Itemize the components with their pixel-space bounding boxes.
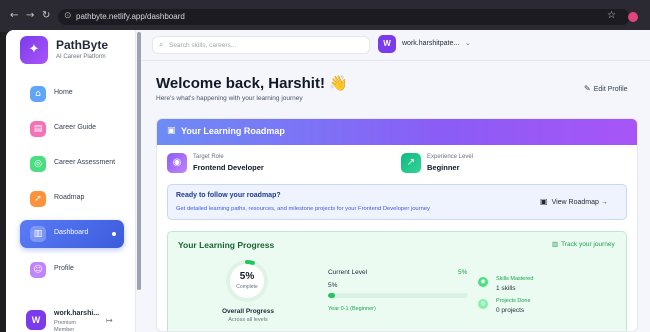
cta-title: Ready to follow your roadmap? [176, 192, 281, 199]
user-name: work.harshi... [54, 310, 100, 317]
edit-icon: ✎ [584, 84, 591, 93]
projects-icon: ◎ [478, 299, 488, 309]
sidebar-item-label: Career Assessment [54, 159, 116, 166]
site-info-icon[interactable]: ⊙ [64, 11, 72, 21]
sidebar-item-roadmap[interactable]: ➚ Roadmap [20, 185, 124, 213]
edit-profile-label: Edit Profile [593, 86, 628, 93]
user-card[interactable]: W work.harshi... Premium Member ↦ [20, 308, 130, 332]
brand-name: PathByte [56, 38, 109, 52]
chevron-down-icon: ⌄ [465, 39, 471, 47]
projects-label: Projects Done [496, 298, 531, 304]
sidebar-item-career-guide[interactable]: ▤ Career Guide [20, 115, 124, 143]
skills-value: 1 skills [496, 285, 516, 292]
sidebar-item-profile[interactable]: ☺ Profile [20, 256, 124, 284]
target-role-value: Frontend Developer [193, 163, 264, 172]
header-username: work.harshitpate... [402, 40, 460, 47]
user-menu[interactable]: W work.harshitpate... ⌄ [378, 35, 474, 55]
header-divider [142, 60, 650, 61]
brand-subtitle: AI Career Platform [56, 54, 106, 60]
overall-progress-sub: Across all levels [228, 317, 268, 323]
progress-title: Your Learning Progress [178, 240, 275, 250]
page-title: Welcome back, Harshit! 👋 [156, 75, 348, 92]
trend-up-icon: ↗ [401, 153, 421, 173]
sidebar-item-label: Profile [54, 265, 74, 272]
address-bar[interactable]: ⊙ pathbyte.netlify.app/dashboard ☆ [58, 9, 630, 25]
skills-icon: ◉ [478, 277, 488, 287]
user-tier: Premium Member [54, 320, 77, 332]
experience-level-value: Beginner [427, 163, 460, 172]
extension-icon[interactable] [628, 12, 638, 22]
avatar: W [378, 35, 396, 53]
target-icon: ◉ [167, 153, 187, 173]
sidebar-item-label: Roadmap [54, 194, 85, 201]
roadmap-icon: ▣ [167, 126, 176, 136]
current-level-percent: 5% [458, 269, 468, 276]
url-text: pathbyte.netlify.app/dashboard [76, 12, 185, 21]
track-journey-label: Track your journey [561, 241, 615, 248]
back-icon[interactable]: ← [10, 10, 18, 22]
current-level-bar [328, 293, 468, 298]
experience-level-label: Experience Level [427, 154, 474, 160]
roadmap-cta-banner: Ready to follow your roadmap? Get detail… [167, 184, 627, 220]
home-icon: ⌂ [30, 86, 46, 102]
track-journey-link[interactable]: ▥ Track your journey [552, 240, 615, 248]
search-input[interactable] [169, 39, 365, 51]
overall-progress-ring: 5% Complete [224, 258, 270, 304]
roadmap-icon: ▣ [540, 197, 548, 206]
user-icon: ☺ [30, 262, 46, 278]
rocket-icon: ➚ [30, 191, 46, 207]
sidebar-item-home[interactable]: ⌂ Home [20, 80, 124, 108]
overall-progress-label: Overall Progress [221, 308, 275, 315]
sidebar-item-dashboard[interactable]: ▥ Dashboard [20, 220, 124, 248]
reload-icon[interactable]: ↻ [42, 10, 50, 22]
roadmap-header: ▣ Your Learning Roadmap [157, 119, 637, 145]
sparkle-logo-icon: ✦ [20, 36, 48, 64]
sidebar-scrollbar[interactable] [137, 32, 141, 290]
search-box[interactable]: ⌕ [152, 36, 370, 54]
overall-caption: Complete [236, 284, 258, 290]
projects-value: 0 projects [496, 307, 525, 314]
search-icon: ⌕ [159, 40, 164, 49]
forward-icon[interactable]: → [26, 10, 34, 22]
logout-icon[interactable]: ↦ [106, 316, 113, 325]
overall-percent: 5% [239, 271, 255, 282]
current-level-label: Current Level [328, 269, 368, 276]
sidebar-item-career-assessment[interactable]: ◎ Career Assessment [20, 150, 124, 178]
chart-icon: ▥ [30, 226, 46, 242]
view-roadmap-label: View Roadmap → [551, 199, 608, 206]
level-range: Year 0-1 (Beginner) [328, 306, 376, 312]
current-level-value: 5% [328, 282, 338, 289]
sidebar-item-label: Home [54, 89, 73, 96]
bookmark-star-icon[interactable]: ☆ [607, 10, 616, 21]
target-icon: ◎ [30, 156, 46, 172]
avatar: W [26, 310, 46, 330]
target-role-label: Target Role [193, 154, 224, 160]
chart-icon: ▥ [552, 240, 559, 248]
browser-chrome: ← → ↻ ⊙ pathbyte.netlify.app/dashboard ☆ [0, 0, 650, 32]
active-indicator [112, 232, 116, 236]
page-subtitle: Here's what's happening with your learni… [156, 95, 303, 102]
current-level-bar-fill [328, 293, 335, 298]
learning-progress-panel: Your Learning Progress ▥ Track your journ… [167, 231, 627, 331]
view-roadmap-button[interactable]: ▣ View Roadmap → [540, 197, 616, 211]
sidebar-item-label: Dashboard [54, 229, 89, 236]
roadmap-title: Your Learning Roadmap [181, 126, 285, 136]
skills-label: Skills Mastered [496, 276, 534, 282]
learning-roadmap-card: ▣ Your Learning Roadmap ◉ Target Role Fr… [156, 118, 638, 332]
app-window: ✦ PathByte AI Career Platform ⌂ Home ▤ C… [6, 30, 650, 332]
edit-profile-button[interactable]: ✎ Edit Profile [584, 84, 628, 93]
cta-subtitle: Get detailed learning paths, resources, … [176, 206, 430, 212]
sidebar: ✦ PathByte AI Career Platform ⌂ Home ▤ C… [6, 30, 136, 332]
sidebar-item-label: Career Guide [54, 124, 97, 131]
book-icon: ▤ [30, 121, 46, 137]
